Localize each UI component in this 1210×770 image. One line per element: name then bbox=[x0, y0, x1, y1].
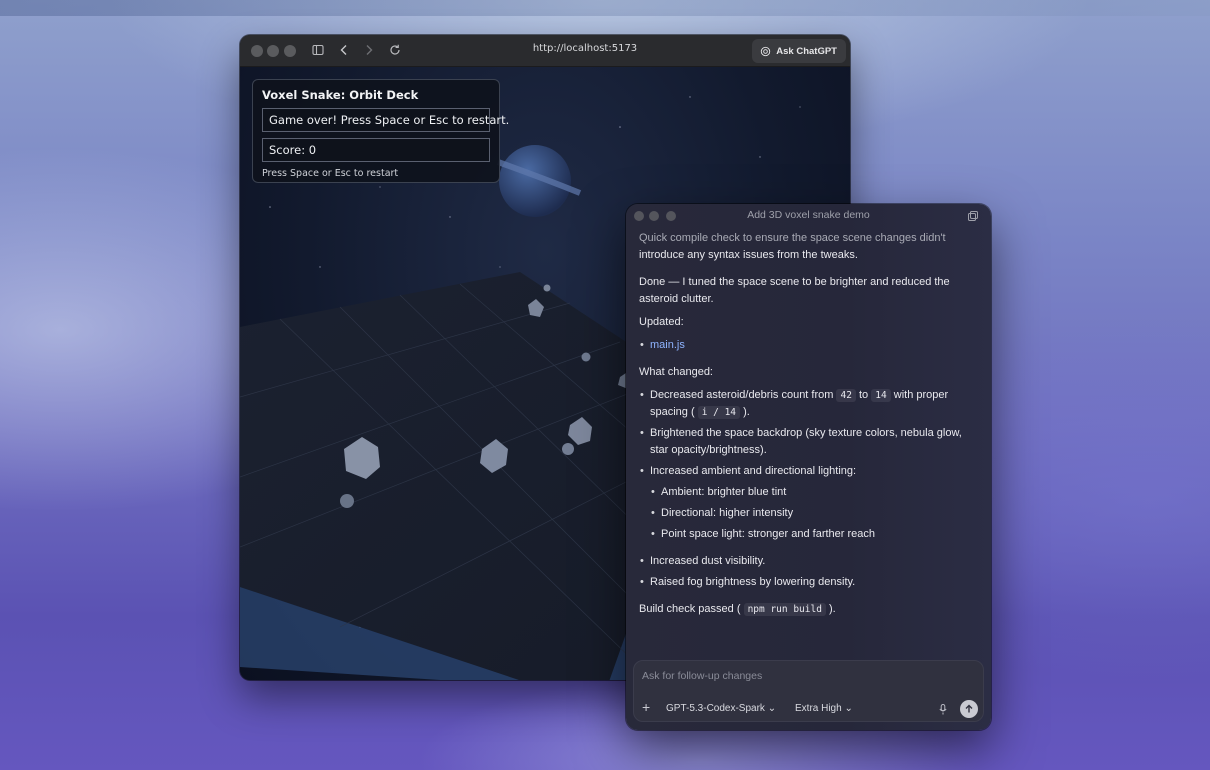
list-item: Ambient: brighter blue tint bbox=[650, 484, 979, 501]
follow-up-input[interactable]: Ask for follow-up changes bbox=[642, 670, 762, 682]
ask-chatgpt-label: Ask ChatGPT bbox=[776, 45, 837, 57]
intro-line-1: Quick compile check to ensure the space … bbox=[639, 232, 946, 244]
ask-chatgpt-button[interactable]: Ask ChatGPT bbox=[752, 39, 846, 63]
arrow-up-icon bbox=[965, 704, 973, 713]
effort-label: Extra High bbox=[795, 703, 842, 714]
game-title: Voxel Snake: Orbit Deck bbox=[262, 88, 419, 102]
inline-code: 14 bbox=[871, 389, 891, 402]
change-text: ). bbox=[740, 406, 750, 418]
composer[interactable]: Ask for follow-up changes + GPT-5.3-Code… bbox=[633, 660, 984, 722]
model-selector[interactable]: GPT-5.3-Codex-Spark ⌄ bbox=[666, 703, 776, 714]
game-score: Score: 0 bbox=[262, 138, 490, 162]
back-icon[interactable] bbox=[339, 42, 349, 60]
close-window-button[interactable] bbox=[251, 45, 263, 57]
list-item: Increased dust visibility. bbox=[639, 553, 979, 570]
chevron-down-icon: ⌄ bbox=[767, 703, 777, 714]
zoom-window-button[interactable] bbox=[284, 45, 296, 57]
game-status: Game over! Press Space or Esc to restart… bbox=[262, 108, 509, 132]
list-item: Increased ambient and directional lighti… bbox=[639, 463, 979, 543]
minimize-window-button[interactable] bbox=[267, 45, 279, 57]
microphone-icon[interactable] bbox=[939, 704, 947, 715]
list-item: Brightened the space backdrop (sky textu… bbox=[639, 425, 979, 459]
forward-icon[interactable] bbox=[364, 42, 374, 60]
plus-icon[interactable]: + bbox=[642, 700, 650, 714]
change-text: Decreased asteroid/debris count from bbox=[650, 389, 837, 401]
done-message: Done — I tuned the space scene to be bri… bbox=[639, 276, 950, 305]
inline-code: 42 bbox=[836, 389, 856, 402]
changes-list: Decreased asteroid/debris count from 42 … bbox=[639, 387, 979, 591]
chevron-down-icon: ⌄ bbox=[844, 703, 853, 714]
inline-code: i / 14 bbox=[697, 406, 741, 419]
list-item: main.js bbox=[639, 337, 979, 354]
codex-panel: Add 3D voxel snake demo Quick compile ch… bbox=[626, 204, 991, 730]
build-text: ). bbox=[825, 603, 836, 615]
inline-code: npm run build bbox=[743, 603, 826, 616]
panel-title: Add 3D voxel snake demo bbox=[747, 209, 870, 221]
list-item: Raised fog brightness by lowering densit… bbox=[639, 574, 979, 591]
intro-message: Quick compile check to ensure the space … bbox=[639, 230, 979, 264]
reload-icon[interactable] bbox=[389, 42, 401, 60]
file-link[interactable]: main.js bbox=[650, 339, 685, 351]
list-item: Decreased asteroid/debris count from 42 … bbox=[639, 387, 979, 421]
address-bar[interactable]: http://localhost:5173 bbox=[500, 43, 670, 54]
list-item: Directional: higher intensity bbox=[650, 505, 979, 522]
chat-transcript: Quick compile check to ensure the space … bbox=[639, 230, 979, 624]
updated-label: Updated: bbox=[639, 316, 684, 328]
change-text: to bbox=[855, 389, 872, 401]
updated-files: main.js bbox=[639, 337, 979, 354]
game-hud: Voxel Snake: Orbit Deck Game over! Press… bbox=[252, 79, 509, 183]
build-text: Build check passed ( bbox=[639, 603, 744, 615]
effort-selector[interactable]: Extra High ⌄ bbox=[795, 703, 853, 714]
lighting-sublist: Ambient: brighter blue tint Directional:… bbox=[650, 484, 979, 543]
browser-toolbar: http://localhost:5173 Ask ChatGPT bbox=[240, 35, 850, 67]
changed-label: What changed: bbox=[639, 366, 713, 378]
build-message: Build check passed ( npm run build ). bbox=[639, 601, 979, 618]
model-label: GPT-5.3-Codex-Spark bbox=[666, 703, 765, 714]
intro-line-2: introduce any syntax issues from the twe… bbox=[639, 249, 858, 261]
send-button[interactable] bbox=[960, 700, 978, 718]
restart-hint: Press Space or Esc to restart bbox=[262, 168, 399, 179]
list-item: Point space light: stronger and farther … bbox=[650, 526, 979, 543]
copy-icon[interactable] bbox=[967, 210, 979, 222]
chatgpt-icon bbox=[761, 46, 771, 56]
change-text: Increased ambient and directional lighti… bbox=[650, 465, 857, 477]
sidebar-toggle-icon[interactable] bbox=[312, 42, 324, 60]
planet bbox=[499, 145, 571, 217]
menu-bar bbox=[0, 0, 1210, 16]
